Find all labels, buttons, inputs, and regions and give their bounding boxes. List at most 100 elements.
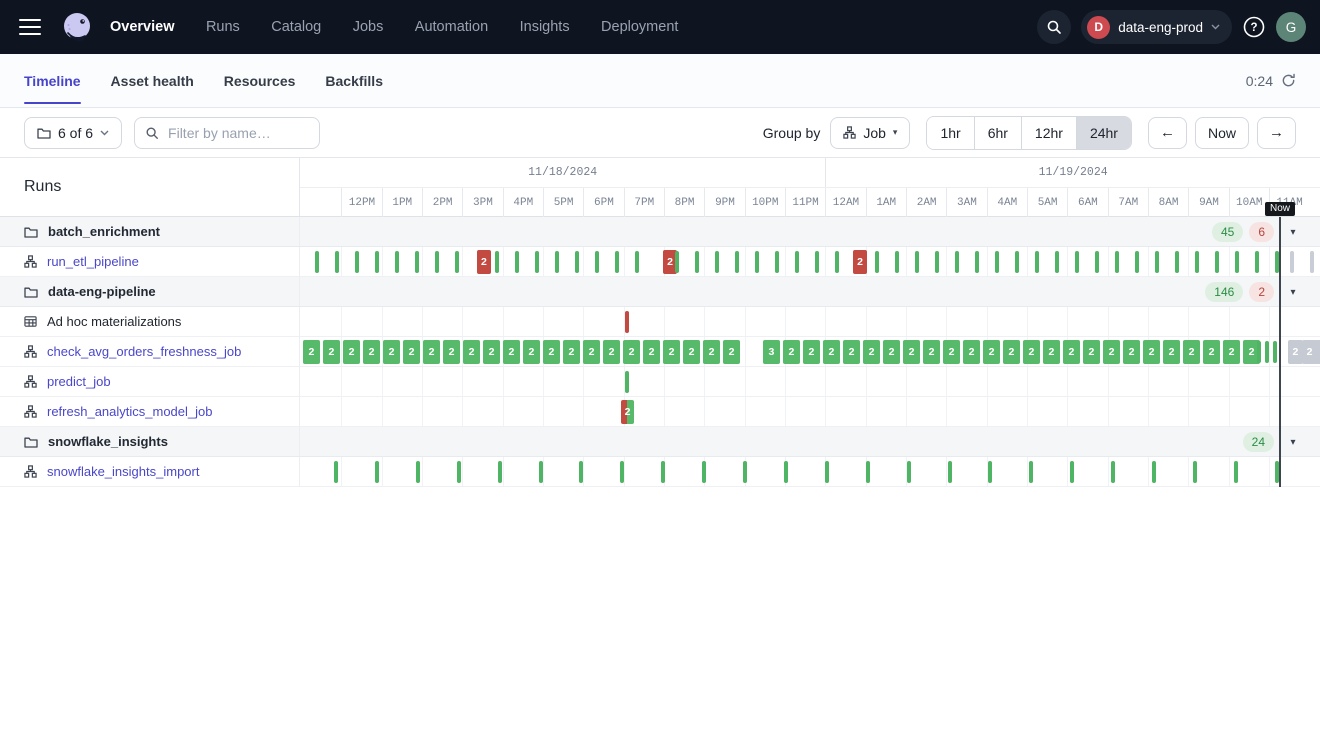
run-mark[interactable] [875,251,879,273]
run-mark[interactable]: 3 [763,340,780,364]
run-mark[interactable] [1035,251,1039,273]
run-mark[interactable] [1055,251,1059,273]
run-mark[interactable]: 2 [853,250,867,274]
run-mark[interactable] [1111,461,1115,483]
tab-timeline[interactable]: Timeline [24,54,81,107]
nav-deployment[interactable]: Deployment [601,19,678,35]
row-title[interactable]: refresh_analytics_model_job [47,404,212,419]
run-mark[interactable] [595,251,599,273]
run-mark[interactable] [907,461,911,483]
run-mark[interactable] [457,461,461,483]
run-mark[interactable]: 2 [983,340,1000,364]
scheduled-run-mark[interactable]: 2 [1315,340,1320,364]
run-mark[interactable] [375,251,379,273]
run-mark[interactable]: 2 [1063,340,1080,364]
run-mark[interactable] [775,251,779,273]
run-mark[interactable] [735,251,739,273]
run-mark[interactable]: 2 [563,340,580,364]
range-24hr[interactable]: 24hr [1076,117,1131,149]
run-mark[interactable]: 2 [477,250,491,274]
run-mark[interactable]: 2 [603,340,620,364]
run-mark[interactable] [1152,461,1156,483]
run-mark[interactable]: 2 [583,340,600,364]
run-mark[interactable]: 2 [523,340,540,364]
run-mark[interactable]: 2 [503,340,520,364]
run-mark[interactable]: 2 [883,340,900,364]
run-mark[interactable]: 2 [683,340,700,364]
run-mark[interactable]: 2 [323,340,340,364]
run-mark[interactable]: 2 [1043,340,1060,364]
run-mark[interactable]: 2 [363,340,380,364]
run-mark[interactable] [620,461,624,483]
run-mark[interactable] [1257,341,1261,363]
page-back-button[interactable]: ← [1148,117,1187,149]
run-mark[interactable]: 2 [823,340,840,364]
run-mark[interactable] [539,461,543,483]
tab-backfills[interactable]: Backfills [325,54,383,107]
collapse-caret-button[interactable]: ▾ [1282,281,1304,303]
group-by-select[interactable]: Job ▾ [830,117,910,149]
range-12hr[interactable]: 12hr [1021,117,1076,149]
run-mark[interactable]: 2 [963,340,980,364]
run-mark[interactable]: 2 [903,340,920,364]
run-mark[interactable] [495,251,499,273]
run-mark[interactable] [795,251,799,273]
success-count-badge[interactable]: 45 [1212,222,1243,242]
run-mark[interactable] [515,251,519,273]
collapse-caret-button[interactable]: ▾ [1282,431,1304,453]
run-mark[interactable] [1175,251,1179,273]
run-mark[interactable]: 2 [843,340,860,364]
run-mark[interactable] [1155,251,1159,273]
run-mark[interactable] [1275,251,1279,273]
search-button[interactable] [1037,10,1071,44]
filter-input[interactable] [166,124,309,142]
nav-runs[interactable]: Runs [206,19,240,35]
success-count-badge[interactable]: 146 [1205,282,1243,302]
run-mark[interactable] [395,251,399,273]
tab-asset-health[interactable]: Asset health [111,54,194,107]
run-mark[interactable] [415,251,419,273]
run-mark[interactable] [755,251,759,273]
range-6hr[interactable]: 6hr [974,117,1021,149]
now-button[interactable]: Now [1195,117,1249,149]
run-mark[interactable] [743,461,747,483]
range-1hr[interactable]: 1hr [927,117,973,149]
run-mark[interactable] [635,251,639,273]
failure-count-badge[interactable]: 6 [1249,222,1274,242]
run-mark[interactable]: 2 [403,340,420,364]
run-mark[interactable] [625,371,629,393]
run-mark[interactable]: 2 [943,340,960,364]
run-mark[interactable]: 2 [1023,340,1040,364]
run-mark[interactable] [1265,341,1269,363]
nav-insights[interactable]: Insights [520,19,570,35]
run-mark[interactable]: 2 [1123,340,1140,364]
run-mark[interactable]: 2 [1203,340,1220,364]
run-mark[interactable]: 2 [643,340,660,364]
run-mark[interactable]: 2 [303,340,320,364]
run-mark[interactable] [935,251,939,273]
run-mark[interactable]: 2 [703,340,720,364]
run-mark[interactable] [1193,461,1197,483]
run-mark[interactable] [1075,251,1079,273]
run-mark[interactable] [675,251,679,273]
run-mark[interactable] [784,461,788,483]
run-mark[interactable]: 2 [803,340,820,364]
run-mark[interactable]: 2 [1223,340,1240,364]
nav-catalog[interactable]: Catalog [271,19,321,35]
run-mark[interactable]: 2 [543,340,560,364]
run-mark[interactable] [955,251,959,273]
help-button[interactable]: ? [1242,15,1266,39]
run-mark[interactable] [1255,251,1259,273]
menu-button[interactable] [10,7,50,47]
run-mark[interactable] [1215,251,1219,273]
run-mark[interactable] [1235,251,1239,273]
refresh-icon[interactable] [1281,73,1296,88]
run-mark[interactable] [1135,251,1139,273]
run-mark[interactable] [1029,461,1033,483]
scheduled-run-mark[interactable] [1290,251,1294,273]
run-mark[interactable] [975,251,979,273]
run-mark[interactable]: 2 [423,340,440,364]
run-mark[interactable]: 2 [483,340,500,364]
run-mark[interactable] [1275,461,1279,483]
run-mark[interactable] [535,251,539,273]
